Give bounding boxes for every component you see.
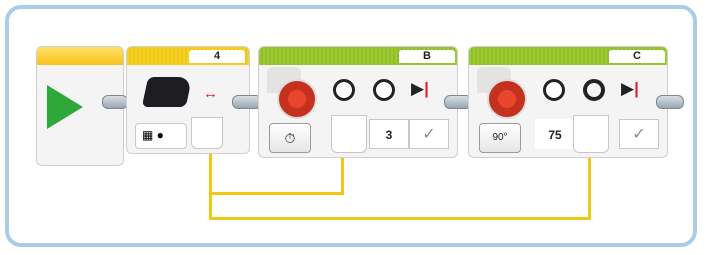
motor-b-port-selector[interactable]: B	[399, 50, 455, 63]
speed-gauge-icon	[543, 79, 565, 101]
degrees-input[interactable]: 75	[535, 119, 575, 149]
power-input[interactable]	[331, 115, 367, 153]
degrees-output-plug[interactable]	[573, 115, 609, 153]
motor-b-block[interactable]: B ▶| ⏱ 3 ✓	[258, 46, 458, 158]
time-mode-button[interactable]: ⏱	[269, 123, 311, 153]
brake-icon: ▶|	[411, 79, 429, 98]
data-wire-horizontal-2	[209, 217, 591, 220]
motor-b-header: B	[259, 47, 457, 65]
sensor-block-header: 4	[127, 47, 249, 65]
sequence-connector[interactable]	[102, 95, 128, 109]
play-icon	[47, 85, 83, 129]
degrees-mode-icon: 90°	[492, 132, 508, 143]
data-wire-vertical-1	[209, 150, 212, 220]
data-wire-horizontal-1	[209, 192, 344, 195]
degrees-icon	[583, 79, 605, 101]
motor-c-port-selector[interactable]: C	[609, 50, 665, 63]
brake-input[interactable]: ✓	[619, 119, 659, 149]
program-canvas: 4 ↔ ▦ ● B ▶| ⏱ 3 ✓ C ▶| 90° 75 ✓	[0, 0, 706, 255]
sensor-port-selector[interactable]: 4	[189, 50, 245, 63]
time-mode-icon: ⏱	[284, 130, 296, 146]
motor-c-header: C	[469, 47, 667, 65]
speed-gauge-icon	[333, 79, 355, 101]
timer-icon	[373, 79, 395, 101]
brake-input[interactable]: ✓	[409, 119, 449, 149]
sequence-end-connector[interactable]	[656, 95, 684, 109]
data-wire-vertical-3	[588, 150, 591, 220]
seconds-input[interactable]: 3	[369, 119, 409, 149]
sensor-output-plug[interactable]	[191, 117, 223, 149]
start-block-header	[37, 47, 123, 65]
motor-c-block[interactable]: C ▶| 90° 75 ✓	[468, 46, 668, 158]
ultrasonic-sensor-icon	[141, 77, 193, 107]
brake-icon: ▶|	[621, 79, 639, 98]
degrees-mode-button[interactable]: 90°	[479, 123, 521, 153]
distance-arrows-icon: ↔	[203, 85, 218, 102]
medium-motor-icon	[487, 79, 527, 119]
medium-motor-icon	[277, 79, 317, 119]
measure-mode-icon: ▦ ●	[142, 128, 164, 142]
measure-mode-button[interactable]: ▦ ●	[135, 123, 187, 149]
